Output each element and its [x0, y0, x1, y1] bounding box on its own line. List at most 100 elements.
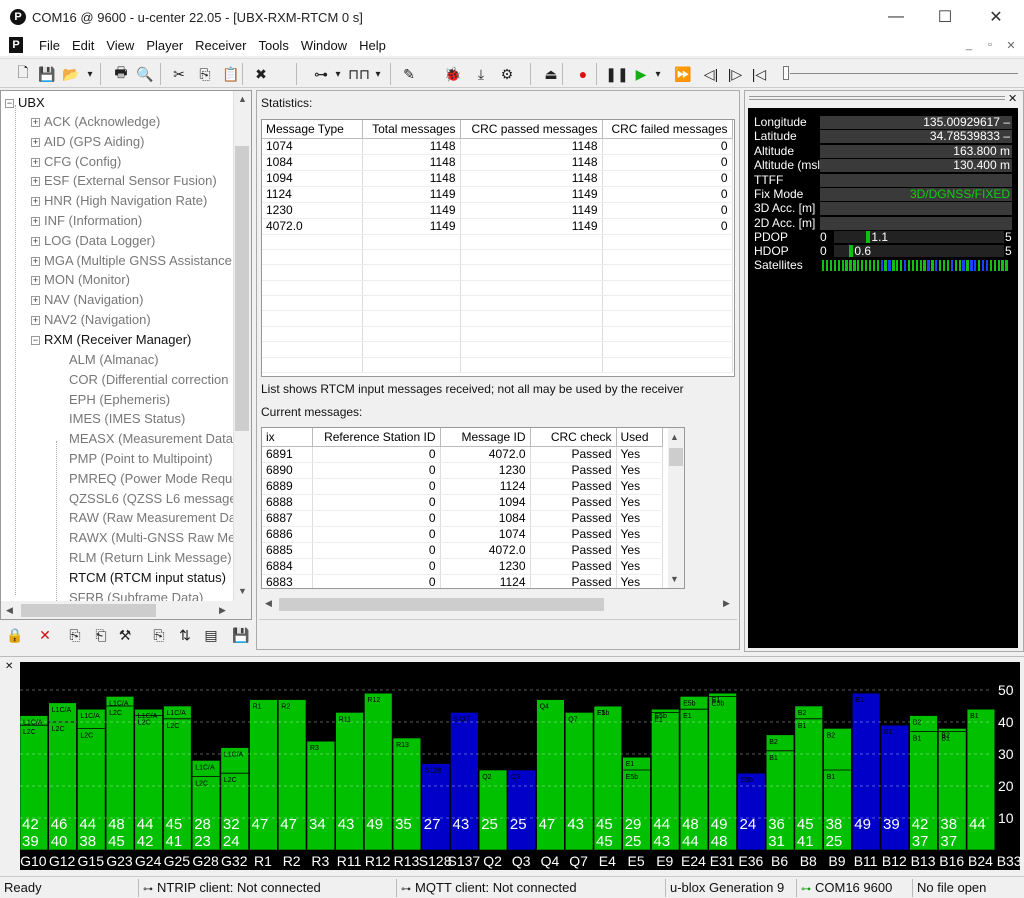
debug-icon[interactable]: 🐞 [442, 63, 464, 85]
download-icon[interactable]: ⤓ [470, 63, 492, 85]
mdi-minimize-button[interactable]: _ [961, 37, 977, 53]
baudrate-icon[interactable]: ⊓⊓ [348, 63, 370, 85]
tree-item-selected[interactable]: RTCM (RTCM input status) [69, 568, 226, 587]
scroll-left-icon[interactable]: ◀ [265, 598, 272, 609]
stop-icon[interactable]: ✖ [250, 63, 272, 85]
table-row[interactable]: 6891 0 4072.0 Passed Yes [262, 446, 663, 463]
table-row[interactable] [262, 295, 733, 312]
connection-icon[interactable]: ⊶ [310, 63, 332, 85]
tree-vertical-scroll-thumb[interactable] [235, 146, 249, 431]
column-header[interactable]: Used [616, 428, 663, 447]
tree-item[interactable]: + HNR (High Navigation Rate) [31, 191, 207, 210]
dropdown-icon[interactable]: ▾ [332, 63, 344, 85]
menu-player[interactable]: Player [140, 38, 189, 53]
table-row[interactable]: 6887 0 1084 Passed Yes [262, 510, 663, 527]
menu-edit[interactable]: Edit [66, 38, 100, 53]
column-header[interactable]: Message ID [440, 428, 531, 447]
paste-icon[interactable]: 📋 [220, 63, 242, 85]
scroll-right-icon[interactable]: ▶ [723, 598, 730, 609]
tree-item[interactable]: + ESF (External Sensor Fusion) [31, 171, 217, 190]
table-row[interactable] [262, 341, 733, 358]
tree-child-item[interactable]: COR (Differential correction [69, 370, 228, 389]
table-row[interactable]: 1124 1149 1149 0 [262, 186, 733, 203]
table-row[interactable]: 6888 0 1094 Passed Yes [262, 494, 663, 511]
table-row[interactable] [262, 326, 733, 343]
wizard-icon[interactable]: ✎ [398, 63, 420, 85]
play-icon[interactable]: ▶ [630, 63, 652, 85]
scroll-down-icon[interactable]: ▼ [238, 586, 247, 596]
panel-close-icon[interactable]: ✕ [1008, 92, 1017, 105]
column-header[interactable]: CRC passed messages [460, 120, 603, 139]
expand-icon[interactable]: + [31, 118, 40, 128]
menu-file[interactable]: File [33, 38, 66, 53]
menu-receiver[interactable]: Receiver [189, 38, 252, 53]
collapse-icon[interactable]: − [5, 99, 14, 109]
expand-icon[interactable]: + [31, 197, 40, 207]
delete-icon[interactable]: ✕ [34, 624, 56, 646]
scroll-up-icon[interactable]: ▲ [670, 432, 679, 442]
tree-item[interactable]: + NAV (Navigation) [31, 290, 143, 309]
table-row[interactable] [262, 249, 733, 266]
paste-icon[interactable]: ⎗ [90, 624, 112, 646]
tree-item[interactable]: + MON (Monitor) [31, 270, 130, 289]
expand-icon[interactable]: + [31, 137, 40, 147]
column-header[interactable]: Total messages [362, 120, 461, 139]
menu-help[interactable]: Help [353, 38, 392, 53]
expand-icon[interactable]: + [31, 236, 40, 246]
tree-child-item[interactable]: PMP (Point to Multipoint) [69, 449, 213, 468]
tree-child-item[interactable]: RAW (Raw Measurement Da [69, 508, 236, 527]
copy-icon[interactable]: ⎘ [64, 624, 86, 646]
save-icon[interactable]: 💾 [36, 63, 58, 85]
tree-child-item[interactable]: PMREQ (Power Mode Reque [69, 469, 240, 488]
table-row[interactable] [262, 264, 733, 281]
tree-item[interactable]: + NAV2 (Navigation) [31, 310, 151, 329]
tree-root-ubx[interactable]: − UBX [5, 93, 45, 112]
mdi-restore-button[interactable]: ▫ [982, 37, 998, 53]
expand-icon[interactable]: + [31, 157, 40, 167]
rewind-icon[interactable]: |◁ [748, 63, 770, 85]
collapse-icon[interactable]: − [31, 335, 40, 345]
print-preview-icon[interactable]: 🔍 [134, 63, 156, 85]
dropdown-icon[interactable]: ▾ [84, 63, 96, 85]
table-row[interactable]: 1084 1148 1148 0 [262, 154, 733, 171]
table-row[interactable]: 6885 0 4072.0 Passed Yes [262, 542, 663, 559]
copy-icon[interactable]: ⎘ [194, 63, 216, 85]
tree-child-item[interactable]: MEASX (Measurement Data) [69, 429, 237, 448]
table-row[interactable]: 6883 0 1124 Passed Yes [262, 574, 663, 588]
playback-slider-thumb[interactable] [783, 66, 789, 80]
record-icon[interactable]: ● [572, 63, 594, 85]
export-icon[interactable]: ⎘ [148, 624, 170, 646]
panel-close-icon[interactable]: ✕ [5, 661, 13, 672]
fast-forward-icon[interactable]: ⏩ [672, 63, 694, 85]
tree-child-item[interactable]: RAWX (Multi-GNSS Raw Me [69, 528, 235, 547]
scroll-right-icon[interactable]: ▶ [219, 605, 226, 616]
tree-item[interactable]: + ACK (Acknowledge) [31, 112, 160, 131]
column-header[interactable]: ix [262, 428, 313, 447]
menu-tools[interactable]: Tools [252, 38, 294, 53]
current-vertical-scrollbar[interactable]: ▲ ▼ [668, 428, 684, 588]
expand-icon[interactable]: + [31, 256, 40, 266]
current-vertical-scroll-thumb[interactable] [669, 448, 683, 466]
tree-child-item[interactable]: QZSSL6 (QZSS L6 message) [69, 489, 241, 508]
tree-item[interactable]: + MGA (Multiple GNSS Assistance [31, 251, 232, 270]
step-forward-icon[interactable]: |▷ [724, 63, 746, 85]
expand-icon[interactable]: + [31, 217, 40, 227]
dropdown-icon[interactable]: ▾ [372, 63, 384, 85]
tree-child-item[interactable]: RLM (Return Link Message) [69, 548, 232, 567]
column-header[interactable]: CRC check [530, 428, 617, 447]
tree-horizontal-scroll-thumb[interactable] [21, 604, 156, 617]
tree-item[interactable]: + AID (GPS Aiding) [31, 132, 144, 151]
column-header[interactable]: CRC failed messages [602, 120, 733, 139]
tree-item[interactable]: + LOG (Data Logger) [31, 231, 155, 250]
settings-icon[interactable]: ⚙ [496, 63, 518, 85]
tree-child-item[interactable]: IMES (IMES Status) [69, 409, 185, 428]
dropdown-icon[interactable]: ▾ [652, 63, 664, 85]
scroll-up-icon[interactable]: ▲ [238, 94, 247, 104]
tree-item[interactable]: + CFG (Config) [31, 152, 121, 171]
current-horizontal-scroll-thumb[interactable] [279, 598, 604, 611]
table-row[interactable]: 6886 0 1074 Passed Yes [262, 526, 663, 543]
tree-item[interactable]: + INF (Information) [31, 211, 142, 230]
table-row[interactable] [262, 357, 733, 374]
tree-child-item[interactable]: ALM (Almanac) [69, 350, 159, 369]
table-row[interactable]: 6890 0 1230 Passed Yes [262, 462, 663, 479]
